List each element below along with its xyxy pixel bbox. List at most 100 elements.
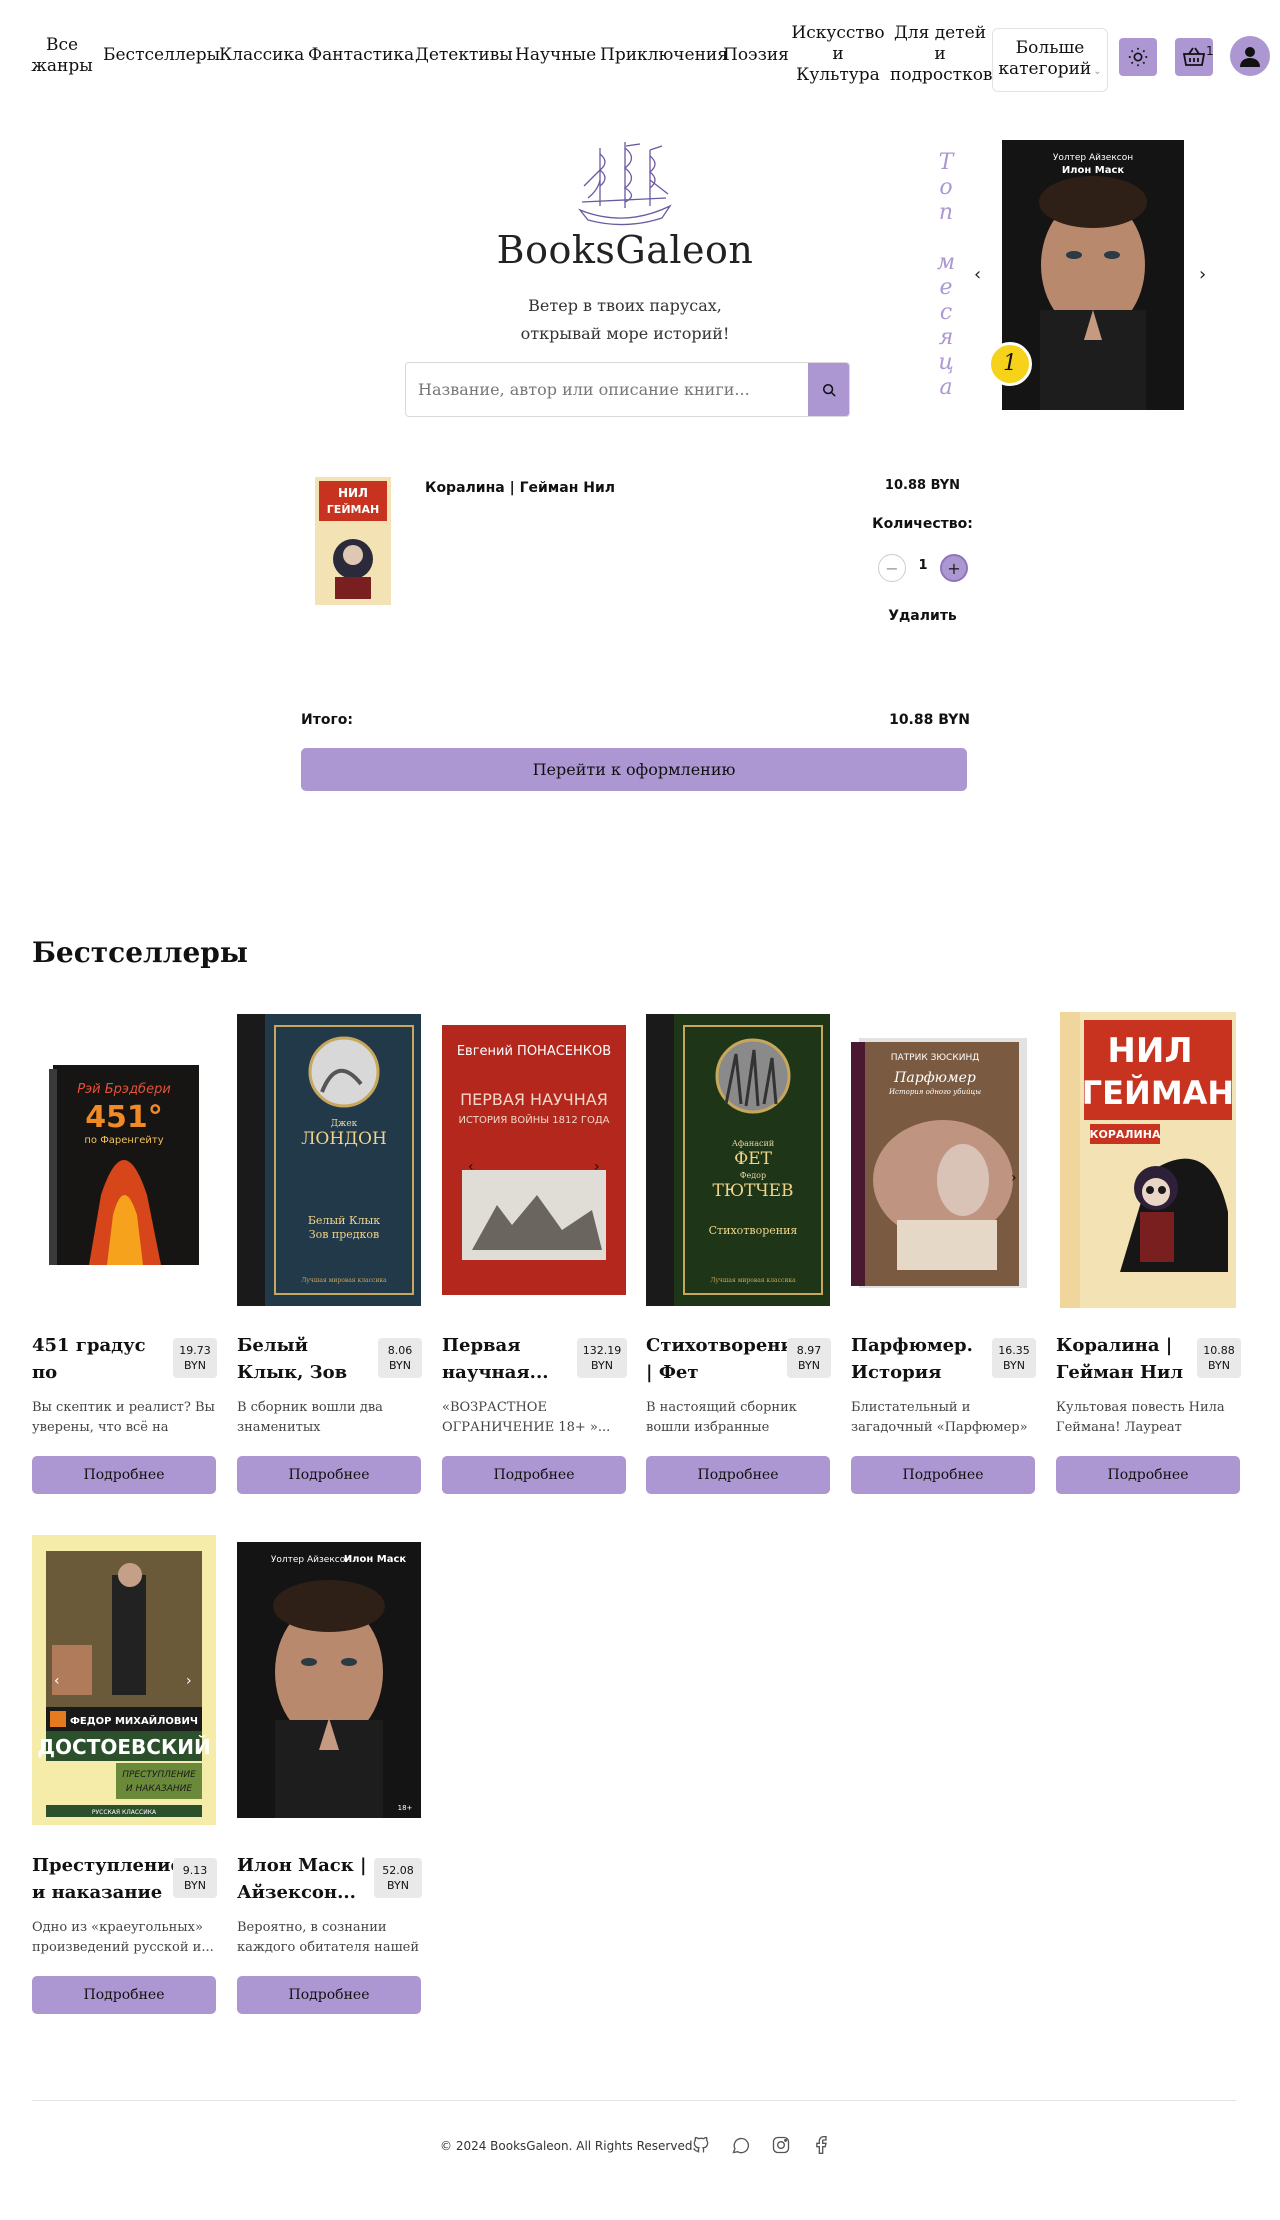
details-button[interactable]: Подробнее (32, 1976, 216, 2014)
top-month-label: Т о п м е с я ц а (935, 150, 957, 400)
top-label-char: м (936, 250, 956, 275)
search-input[interactable] (406, 363, 808, 416)
book-title[interactable]: Первая научная... (442, 1332, 584, 1386)
book-cover[interactable]: НИЛ ГЕЙМАН КОРАЛИНА (1060, 1012, 1236, 1308)
book-title[interactable]: Коралина | Гейман Нил (1056, 1332, 1198, 1386)
remove-item-button[interactable]: Удалить (870, 608, 975, 624)
github-link[interactable] (688, 2132, 714, 2158)
book-description: Блистательный и загадочный «Парфюмер» Па… (851, 1400, 1028, 1435)
user-profile-button[interactable] (1230, 36, 1270, 76)
more-categories-dropdown[interactable]: Больше категорий ⌄ (992, 28, 1108, 92)
book-cover[interactable]: ФЕДОР МИХАЙЛОВИЧ ДОСТОЕВСКИЙ ПРЕСТУПЛЕНИ… (32, 1535, 216, 1825)
cover-author: ПАТРИК ЗЮСКИНД (891, 1053, 980, 1063)
book-currency: BYN (184, 1879, 206, 1892)
instagram-link[interactable] (768, 2132, 794, 2158)
book-cover[interactable]: Уолтер Айзексон Илон Маск 18+ (237, 1542, 421, 1818)
cart-item-price: 10.88 BYN (884, 478, 961, 493)
search-icon (822, 383, 836, 397)
book-title[interactable]: Белый Клык, Зов предков |... (237, 1332, 379, 1386)
book-card: Уолтер Айзексон Илон Маск 18+ Илон Маск … (237, 1532, 422, 2014)
book-price: 19.73 (179, 1344, 211, 1357)
cart-cover-author1: НИЛ (338, 486, 368, 500)
cover-name-1: Афанасий (732, 1139, 774, 1148)
copyright-text: © 2024 BooksGaleon. All Rights Reserved. (440, 2139, 697, 2153)
book-currency: BYN (389, 1359, 411, 1372)
top-label-char: е (939, 275, 953, 300)
cover-author-1: НИЛ (1107, 1031, 1192, 1071)
search-button[interactable] (808, 363, 849, 416)
carousel-next-button[interactable]: › (1199, 264, 1206, 285)
details-button[interactable]: Подробнее (32, 1456, 216, 1494)
cart-item-title[interactable]: Коралина | Гейман Нил (425, 480, 615, 496)
book-title[interactable]: 451 градус по Фаренгейту... (32, 1332, 174, 1386)
cover-title-1: ПЕРВАЯ НАУЧНАЯ (460, 1090, 608, 1109)
book-currency: BYN (184, 1359, 206, 1372)
details-button[interactable]: Подробнее (851, 1456, 1035, 1494)
github-icon (693, 2136, 709, 2153)
quantity-decrease-button[interactable]: − (878, 554, 906, 582)
quantity-increase-button[interactable]: + (940, 554, 968, 582)
details-button[interactable]: Подробнее (646, 1456, 830, 1494)
book-cover[interactable]: Рэй Брэдбери 451° по Фаренгейту (49, 1065, 199, 1265)
cover-series: Лучшая мировая классика (301, 1277, 387, 1284)
book-title[interactable]: Преступление и наказание |... (32, 1852, 174, 1906)
cover-subtitle: по Фаренгейту (84, 1135, 163, 1146)
site-brand[interactable]: BooksGaleon (440, 228, 810, 272)
cover-author-2: ГЕЙМАН (1082, 1074, 1234, 1112)
top-label-char: с (939, 300, 953, 325)
nav-all-genres[interactable]: Все жанры (30, 35, 94, 77)
nav-fantasy[interactable]: Фантастика (308, 45, 414, 66)
quantity-value: 1 (918, 558, 928, 573)
carousel-prev-button[interactable]: ‹ (974, 264, 981, 285)
chat-link[interactable] (728, 2132, 754, 2158)
book-cover-wrap: Джек ЛОНДОН Белый Клык Зов предков Лучша… (237, 1012, 421, 1308)
nav-detectives[interactable]: Детективы (415, 45, 513, 66)
theme-toggle-button[interactable] (1119, 38, 1157, 76)
cover-author: Евгений ПОНАСЕНКОВ (457, 1044, 611, 1059)
book-title[interactable]: Стихотворения | Фет Афанаси... (646, 1332, 788, 1386)
book-currency: BYN (1208, 1359, 1230, 1372)
nav-adventures[interactable]: Приключения (600, 45, 728, 66)
cover-next-arrow: › (186, 1673, 192, 1689)
book-cover-wrap: ПАТРИК ЗЮСКИНД Парфюмер История одного у… (851, 1012, 1035, 1308)
cover-title: Стихотворения (709, 1224, 798, 1237)
book-price-badge: 8.97 BYN (787, 1338, 831, 1378)
details-button[interactable]: Подробнее (237, 1976, 421, 2014)
book-description: В сборник вошли два знаменитых произведе… (237, 1400, 383, 1435)
nav-poetry[interactable]: Поэзия (723, 45, 789, 66)
nav-classics[interactable]: Классика (219, 45, 304, 66)
book-price-badge: 16.35 BYN (992, 1338, 1036, 1378)
footer-divider (32, 2100, 1236, 2101)
cart-item-cover[interactable]: НИЛ ГЕЙМАН (315, 477, 391, 605)
book-cover[interactable]: Евгений ПОНАСЕНКОВ ПЕРВАЯ НАУЧНАЯ ИСТОРИ… (442, 1025, 626, 1295)
nav-art-culture[interactable]: Искусство и Культура (790, 23, 886, 86)
nav-science[interactable]: Научные (515, 45, 596, 66)
book-cover[interactable]: Афанасий ФЕТ Федор ТЮТЧЕВ Стихотворения … (646, 1014, 830, 1306)
book-description: «ВОЗРАСТНОЕ ОГРАНИЧЕНИЕ 18+ »... (442, 1400, 611, 1435)
nav-bestsellers[interactable]: Бестселлеры (103, 45, 220, 66)
book-cover-wrap: ФЕДОР МИХАЙЛОВИЧ ДОСТОЕВСКИЙ ПРЕСТУПЛЕНИ… (32, 1532, 216, 1828)
book-price: 9.13 (182, 1864, 208, 1877)
book-cover[interactable]: ПАТРИК ЗЮСКИНД Парфюмер История одного у… (851, 1030, 1035, 1290)
cover-prev-arrow: ‹ (468, 1159, 474, 1175)
book-title[interactable]: Илон Маск | Айзексон... (237, 1852, 379, 1906)
cart-count-badge: 1 (1206, 44, 1214, 58)
site-header: Все жанры Бестселлеры Классика Фантастик… (0, 0, 1280, 112)
facebook-link[interactable] (808, 2132, 834, 2158)
chevron-down-icon: ⌄ (1093, 66, 1102, 77)
book-title[interactable]: Парфюмер. История одног... (851, 1332, 993, 1386)
book-price: 8.97 (796, 1344, 822, 1357)
cover-author: Уолтер Айзексон (271, 1555, 351, 1565)
nav-kids[interactable]: Для детей и подростков (890, 23, 993, 86)
details-button[interactable]: Подробнее (1056, 1456, 1240, 1494)
book-cover[interactable]: Джек ЛОНДОН Белый Клык Зов предков Лучша… (237, 1014, 421, 1306)
cover-age-rating: 18+ (398, 1804, 413, 1812)
cover-title: Илон Маск (344, 1554, 407, 1565)
top-label-char: ц (938, 350, 954, 375)
book-price: 16.35 (998, 1344, 1030, 1357)
book-price: 8.06 (387, 1344, 413, 1357)
details-button[interactable]: Подробнее (237, 1456, 421, 1494)
book-card: Рэй Брэдбери 451° по Фаренгейту 451 град… (32, 1012, 217, 1494)
checkout-button[interactable]: Перейти к оформлению (301, 748, 967, 791)
details-button[interactable]: Подробнее (442, 1456, 626, 1494)
